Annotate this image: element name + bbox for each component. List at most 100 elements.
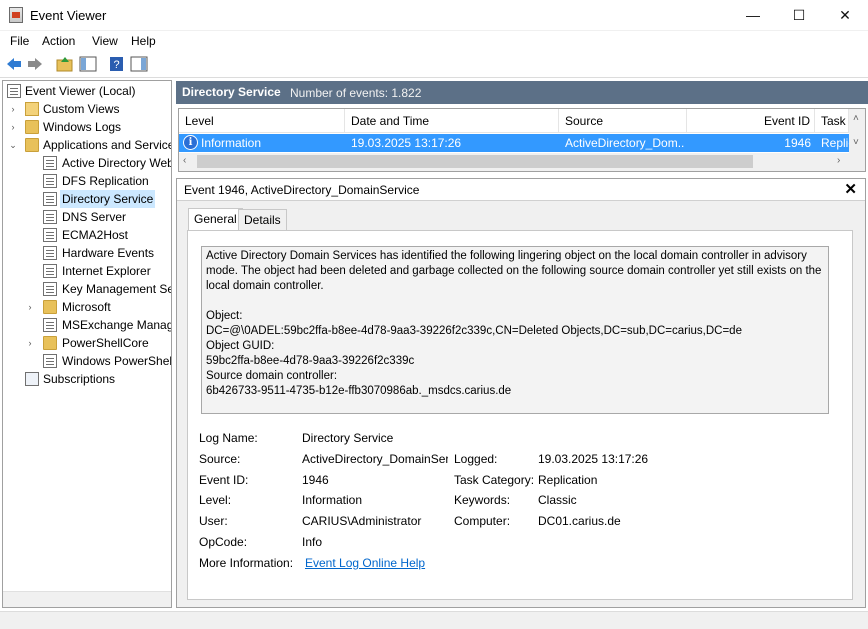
table-row[interactable]: i Information 19.03.2025 13:17:26 Active… [179, 134, 849, 152]
computer-label: Computer: [454, 514, 511, 528]
minimize-button[interactable]: — [730, 0, 776, 30]
user-value: CARIUS\Administrator [302, 514, 422, 528]
row-event-id: 1946 [784, 136, 811, 150]
menu-file[interactable]: File [10, 34, 29, 48]
event-count: Number of events: 1.822 [290, 86, 422, 100]
event-detail-pane: Event 1946, ActiveDirectory_DomainServic… [176, 178, 866, 608]
event-log-online-help-link[interactable]: Event Log Online Help [305, 556, 425, 570]
description-line: Object: [206, 310, 243, 322]
log-icon [43, 264, 57, 278]
show-action-pane-icon[interactable] [130, 56, 148, 72]
scroll-down-arrow-icon[interactable]: ˅ [853, 137, 859, 148]
scrollbar-thumb[interactable] [197, 155, 753, 168]
log-icon [43, 174, 57, 188]
expand-arrow-icon[interactable]: › [8, 100, 18, 118]
column-task-category[interactable]: Task C [815, 109, 849, 133]
list-vertical-scrollbar[interactable]: ˄ ˅ [849, 109, 865, 171]
expand-arrow-icon[interactable]: › [25, 334, 35, 352]
column-source[interactable]: Source [559, 109, 687, 133]
log-header: Directory Service Number of events: 1.82… [176, 81, 868, 104]
log-icon [43, 192, 57, 206]
log-name-value: Directory Service [302, 431, 394, 445]
log-icon [43, 354, 57, 368]
toolbar: ? [0, 51, 868, 78]
help-icon[interactable]: ? [108, 56, 126, 72]
collapse-arrow-icon[interactable]: ⌄ [8, 136, 18, 154]
menu-help[interactable]: Help [131, 34, 156, 48]
log-title: Directory Service [182, 85, 281, 99]
show-hide-tree-icon[interactable] [79, 56, 97, 72]
level-label: Level: [199, 493, 232, 507]
event-description[interactable]: Active Directory Domain Services has ide… [201, 246, 829, 414]
up-folder-icon[interactable] [56, 56, 74, 72]
list-horizontal-scrollbar[interactable]: ‹ › [179, 153, 849, 171]
source-label: Source: [199, 452, 241, 466]
description-line: mode. The object had been deleted and ga… [206, 265, 822, 277]
logged-label: Logged: [454, 452, 498, 466]
user-label: User: [199, 514, 228, 528]
opcode-label: OpCode: [199, 535, 248, 549]
description-line: Object GUID: [206, 340, 275, 352]
task-category-value: Replication [538, 473, 598, 487]
event-list: Level Date and Time Source Event ID Task… [178, 108, 866, 172]
forward-arrow-icon[interactable] [26, 56, 44, 72]
log-icon [43, 156, 57, 170]
scroll-up-arrow-icon[interactable]: ˄ [853, 113, 859, 124]
logged-value: 19.03.2025 13:17:26 [538, 452, 649, 466]
column-event-id[interactable]: Event ID [687, 109, 815, 133]
expand-arrow-icon[interactable]: › [25, 298, 35, 316]
opcode-value: Info [302, 535, 323, 549]
description-line: Source domain controller: [206, 370, 338, 382]
log-icon [43, 282, 57, 296]
event-id-label: Event ID: [199, 473, 249, 487]
task-category-label: Task Category: [454, 473, 535, 487]
log-icon [43, 246, 57, 260]
log-name-label: Log Name: [199, 431, 258, 445]
svg-text:?: ? [113, 59, 119, 71]
folder-icon [25, 138, 39, 152]
description-line: Active Directory Domain Services has ide… [206, 250, 807, 262]
menu-bar: File Action View Help [0, 31, 868, 51]
row-date: 19.03.2025 13:17:26 [351, 136, 462, 150]
column-date-time[interactable]: Date and Time [345, 109, 559, 133]
close-window-button[interactable]: ✕ [822, 0, 868, 30]
keywords-value: Classic [538, 493, 577, 507]
tree-horizontal-scrollbar[interactable] [3, 591, 171, 607]
menu-view[interactable]: View [92, 34, 118, 48]
general-tab-content: Active Directory Domain Services has ide… [187, 230, 853, 600]
scroll-right-arrow-icon[interactable]: › [837, 155, 840, 166]
column-level[interactable]: Level [179, 109, 345, 133]
more-information-label: More Information: [199, 556, 294, 570]
window-title: Event Viewer [30, 8, 107, 23]
detail-header: Event 1946, ActiveDirectory_DomainServic… [177, 179, 865, 201]
navigation-tree: Event Viewer (Local) › Custom Views › Wi… [2, 80, 172, 608]
row-source: ActiveDirectory_Dom... [565, 136, 685, 150]
description-line: 59bc2ffa-b8ee-4d78-9aa3-39226f2c339c [206, 355, 415, 367]
row-task: Replic [821, 136, 849, 150]
description-line: local domain controller. [206, 280, 324, 292]
log-icon [43, 318, 57, 332]
log-icon [43, 210, 57, 224]
information-icon: i [183, 135, 198, 150]
row-level: Information [201, 136, 262, 150]
description-line: 6b426733-9511-4735-b12e-ffb3070986ab._ms… [206, 385, 512, 397]
source-value: ActiveDirectory_DomainServ [302, 452, 448, 466]
folder-icon [25, 120, 39, 134]
close-detail-icon[interactable]: ✕ [844, 180, 857, 198]
description-line: DC=@\0ADEL:59bc2ffa-b8ee-4d78-9aa3-39226… [206, 325, 742, 337]
menu-action[interactable]: Action [42, 34, 75, 48]
detail-title: Event 1946, ActiveDirectory_DomainServic… [184, 183, 420, 197]
title-bar: Event Viewer — ☐ ✕ [0, 0, 868, 31]
folder-icon [43, 336, 57, 350]
tab-details[interactable]: Details [238, 209, 287, 231]
tab-general[interactable]: General [188, 208, 243, 231]
folder-icon [43, 300, 57, 314]
status-bar [0, 611, 868, 629]
maximize-button[interactable]: ☐ [776, 0, 822, 30]
log-icon [43, 228, 57, 242]
back-arrow-icon[interactable] [5, 56, 23, 72]
custom-views-folder-icon [25, 102, 39, 116]
level-value: Information [302, 493, 363, 507]
expand-arrow-icon[interactable]: › [8, 118, 18, 136]
scroll-left-arrow-icon[interactable]: ‹ [183, 155, 186, 166]
